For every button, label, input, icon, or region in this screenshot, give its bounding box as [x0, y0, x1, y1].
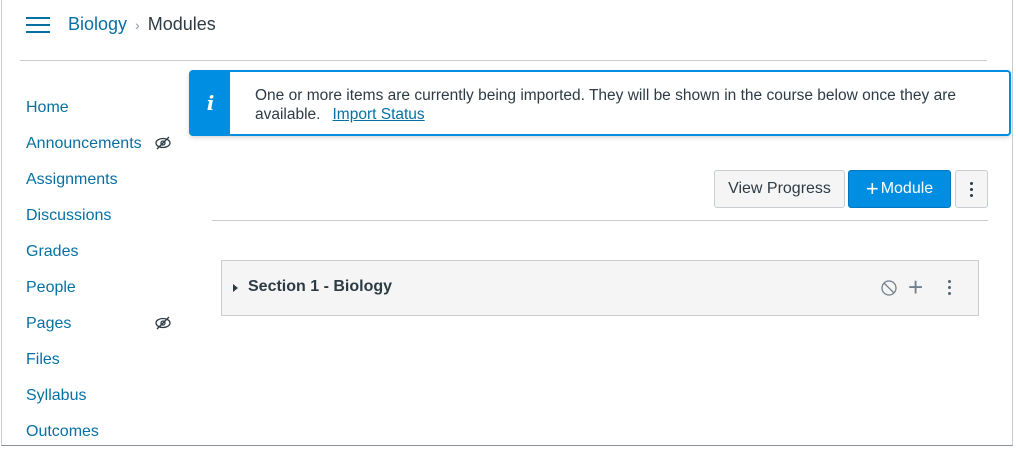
nav-item-label: Pages	[26, 315, 72, 332]
nav-item-label: Outcomes	[26, 423, 99, 440]
add-item-icon[interactable]: +	[908, 274, 923, 300]
nav-item-label: People	[26, 279, 76, 296]
view-progress-button[interactable]: View Progress	[714, 170, 845, 208]
header-divider	[20, 60, 987, 61]
course-navigation: Home Announcements Assignments Discussio…	[26, 90, 186, 445]
unpublished-icon[interactable]	[880, 279, 898, 297]
nav-item-discussions[interactable]: Discussions	[26, 198, 186, 234]
info-icon-box: i	[191, 72, 230, 134]
nav-item-grades[interactable]: Grades	[26, 234, 186, 270]
nav-item-label: Announcements	[26, 135, 142, 152]
module-kebab-icon[interactable]	[948, 280, 951, 295]
alert-message-container: One or more items are currently being im…	[255, 86, 995, 124]
hidden-eye-icon	[155, 316, 171, 330]
toolbar-divider	[212, 220, 988, 221]
import-status-link[interactable]: Import Status	[333, 106, 425, 123]
nav-item-label: Discussions	[26, 207, 112, 224]
kebab-icon	[970, 181, 973, 197]
import-alert: i One or more items are currently being …	[189, 70, 1011, 136]
plus-icon: +	[865, 176, 879, 201]
nav-item-syllabus[interactable]: Syllabus	[26, 378, 186, 414]
add-module-label: Module	[880, 180, 934, 197]
hamburger-menu-icon[interactable]	[26, 16, 50, 36]
info-icon: i	[206, 91, 215, 115]
nav-item-files[interactable]: Files	[26, 342, 186, 378]
nav-item-label: Files	[26, 351, 60, 368]
nav-item-assignments[interactable]: Assignments	[26, 162, 186, 198]
hidden-eye-icon	[155, 136, 171, 150]
nav-item-label: Assignments	[26, 171, 118, 188]
nav-item-label: Syllabus	[26, 387, 87, 404]
breadcrumb-course-link[interactable]: Biology	[68, 14, 127, 35]
add-module-button[interactable]: + Module	[848, 170, 951, 208]
nav-item-announcements[interactable]: Announcements	[26, 126, 186, 162]
nav-item-label: Home	[26, 99, 69, 116]
nav-item-pages[interactable]: Pages	[26, 306, 186, 342]
nav-item-label: Grades	[26, 243, 79, 260]
nav-item-home[interactable]: Home	[26, 90, 186, 126]
app-window: Biology › Modules Home Announcements Ass…	[1, 0, 1013, 446]
breadcrumb: Biology › Modules	[68, 14, 216, 35]
breadcrumb-separator: ›	[135, 16, 140, 33]
more-options-button[interactable]	[955, 170, 988, 208]
nav-item-people[interactable]: People	[26, 270, 186, 306]
module-title[interactable]: Section 1 - Biology	[248, 278, 392, 296]
nav-item-outcomes[interactable]: Outcomes	[26, 414, 186, 445]
breadcrumb-current-page: Modules	[147, 14, 216, 34]
collapse-caret-icon[interactable]	[233, 284, 238, 292]
module-header: Section 1 - Biology +	[221, 260, 979, 316]
